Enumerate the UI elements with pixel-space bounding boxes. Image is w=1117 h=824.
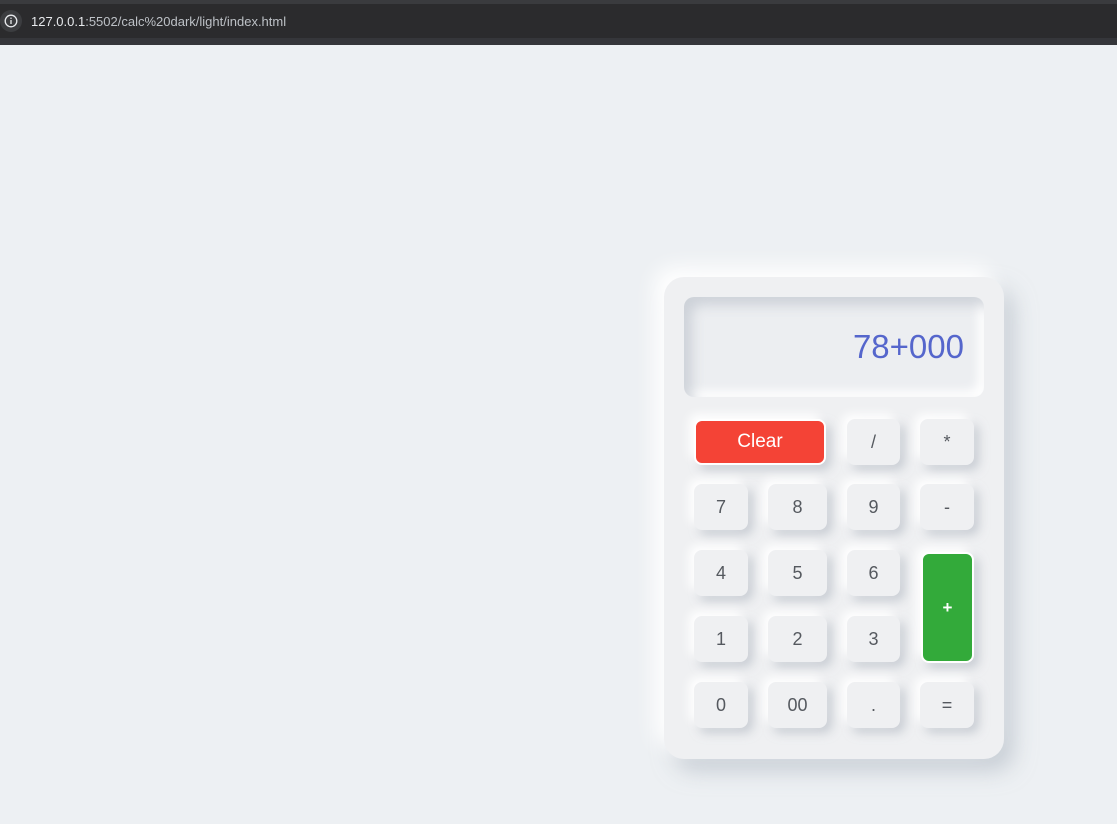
address-bar[interactable]: 127.0.0.1:5502/calc%20dark/light/index.h… [0,4,1117,38]
browser-bottom-strip [0,38,1117,45]
url-path: :5502/calc%20dark/light/index.html [85,13,287,29]
nine-button[interactable]: 9 [847,484,900,530]
eight-button[interactable]: 8 [768,484,827,530]
divide-button[interactable]: / [847,419,900,465]
clear-button[interactable]: Clear [694,419,826,465]
zero-button[interactable]: 0 [694,682,748,728]
seven-button[interactable]: 7 [694,484,748,530]
calculator: 78+000 Clear / * 7 8 9 - 4 5 6 + 1 2 3 0… [664,277,1004,759]
plus-button[interactable]: + [921,552,974,663]
url-text[interactable]: 127.0.0.1:5502/calc%20dark/light/index.h… [31,14,286,29]
minus-button[interactable]: - [920,484,974,530]
info-icon[interactable] [0,10,22,32]
browser-bar: 127.0.0.1:5502/calc%20dark/light/index.h… [0,0,1117,45]
five-button[interactable]: 5 [768,550,827,596]
url-host: 127.0.0.1 [31,13,86,29]
six-button[interactable]: 6 [847,550,900,596]
double-zero-button[interactable]: 00 [768,682,827,728]
decimal-button[interactable]: . [847,682,900,728]
calculator-display: 78+000 [684,297,984,397]
multiply-button[interactable]: * [920,419,974,465]
three-button[interactable]: 3 [847,616,900,662]
four-button[interactable]: 4 [694,550,748,596]
equals-button[interactable]: = [920,682,974,728]
display-value: 78+000 [852,328,964,365]
two-button[interactable]: 2 [768,616,827,662]
one-button[interactable]: 1 [694,616,748,662]
